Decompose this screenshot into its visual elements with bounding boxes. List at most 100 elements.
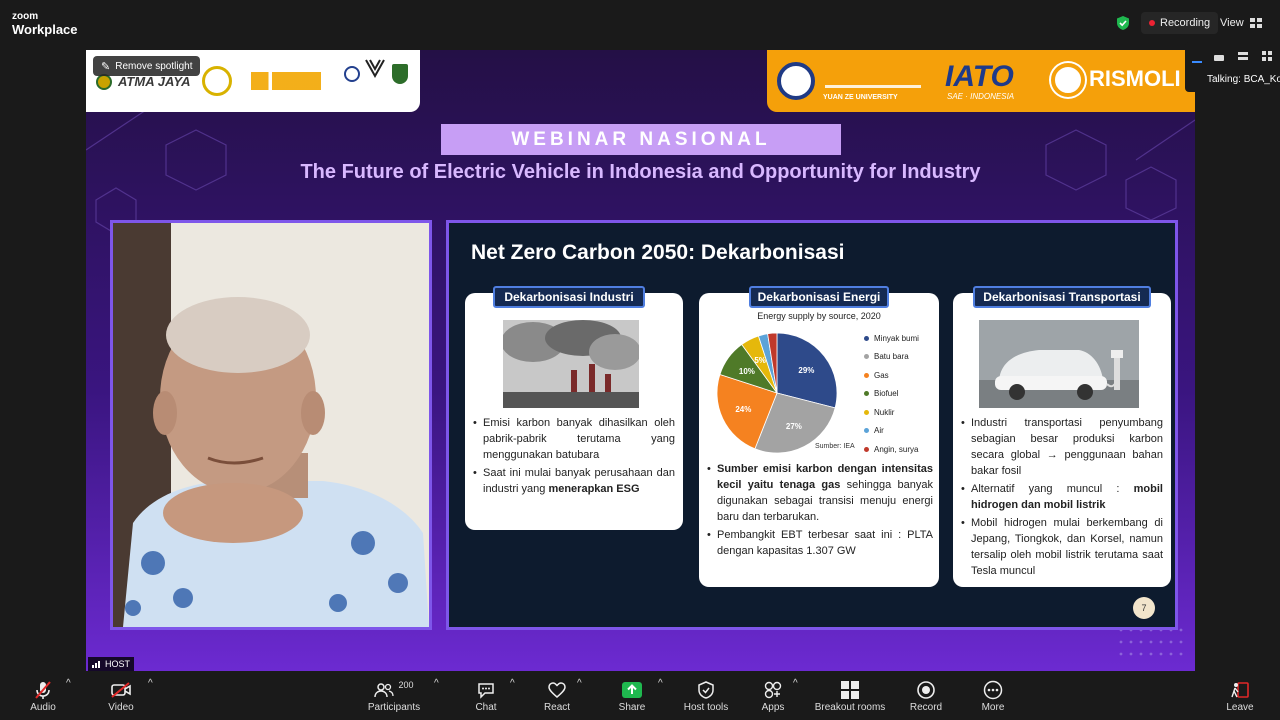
energi-bullet-2: Pembangkit EBT terbesar saat ini : PLTA …	[707, 527, 933, 559]
card-transportasi: Dekarbonisasi Transportasi Industri tran…	[953, 286, 1171, 587]
more-dots-icon	[983, 680, 1003, 700]
apps-icon	[764, 681, 782, 699]
pie-chart-legend: Minyak bumi Batu bara Gas Biofuel Nuklir…	[864, 329, 919, 459]
vy-monogram-logo	[365, 59, 385, 79]
iato-logo: IATO	[945, 60, 1014, 93]
card-industri-heading: Dekarbonisasi Industri	[493, 286, 645, 308]
legend-swatch-gas	[864, 372, 869, 378]
partner-university-logo	[251, 72, 321, 90]
react-options-chevron-icon[interactable]: ^	[577, 678, 582, 689]
apps-options-chevron-icon[interactable]: ^	[793, 678, 798, 689]
audio-options-chevron-icon[interactable]: ^	[66, 678, 71, 689]
legend-swatch-minyak	[864, 335, 869, 341]
chat-button[interactable]: Chat	[466, 678, 506, 713]
webinar-tag: WEBINAR NASIONAL	[511, 129, 771, 150]
host-tools-button[interactable]: Host tools	[680, 678, 732, 713]
react-button[interactable]: React	[537, 678, 577, 713]
view-button[interactable]: View	[1212, 12, 1270, 34]
participants-options-chevron-icon[interactable]: ^	[434, 678, 439, 689]
industri-bullet-1: Emisi karbon banyak dihasilkan oleh pabr…	[473, 415, 675, 463]
crest-logo	[392, 64, 408, 84]
participants-button[interactable]: 200 Participants	[364, 678, 424, 713]
stopped-video-icon	[111, 682, 131, 698]
card-energi: Dekarbonisasi Energi Energy supply by so…	[699, 286, 939, 587]
record-button[interactable]: Record	[906, 678, 946, 713]
card-transportasi-bullets: Industri transportasi penyumbang sebagia…	[961, 415, 1163, 581]
host-shield-icon	[698, 681, 714, 699]
pie-chart-caption: Energy supply by source, 2020	[757, 311, 881, 321]
talking-name: BCA_Ko	[1243, 74, 1280, 85]
card-energi-heading: Dekarbonisasi Energi	[749, 286, 889, 308]
more-button[interactable]: More	[974, 678, 1012, 713]
participants-icon	[374, 683, 395, 698]
share-options-chevron-icon[interactable]: ^	[658, 678, 663, 689]
atma-jaya-logo-icon	[96, 74, 112, 90]
recording-indicator[interactable]: Recording	[1141, 12, 1219, 34]
record-icon	[917, 681, 935, 699]
sae-indonesia-logo: SAE · INDONESIA	[947, 92, 1015, 101]
legend-swatch-batubara	[864, 354, 869, 360]
chat-options-chevron-icon[interactable]: ^	[510, 678, 515, 689]
talking-label: Talking: BCA_Ko	[1207, 74, 1280, 85]
rismoli-logo: RISMOLI	[1089, 66, 1181, 91]
legend-swatch-biofuel	[864, 391, 869, 397]
transportasi-bullet-3: Mobil hidrogen mulai berkembang di Jepan…	[961, 515, 1163, 579]
yuan-ze-seal-logo	[344, 66, 360, 82]
speaker-layout-icon[interactable]	[1213, 52, 1225, 64]
yuan-ze-chinese-mark	[825, 64, 921, 88]
pin-icon: ✎	[101, 60, 111, 73]
gallery-strip-icon[interactable]	[1237, 50, 1249, 62]
heart-icon	[548, 682, 566, 698]
slide-page-number: 7	[1133, 597, 1155, 619]
factory-smoke-image	[503, 320, 639, 408]
chat-bubble-icon	[478, 683, 494, 699]
university-seal-logo	[202, 66, 232, 96]
chart-source: Sumber: IEA	[815, 443, 855, 450]
minimize-icon[interactable]	[1191, 52, 1203, 64]
muted-microphone-icon	[35, 681, 51, 699]
transportasi-bullet-2: Alternatif yang muncul : mobil hidrogen …	[961, 481, 1163, 513]
audio-button[interactable]: Audio	[22, 678, 64, 713]
industri-bullet-2: Saat ini mulai banyak perusahaan dan ind…	[473, 465, 675, 497]
legend-item: Air	[864, 422, 919, 441]
legend-item: Gas	[864, 366, 919, 385]
partner-logos-right: YUAN ZE UNIVERSITY IATO SAE · INDONESIA …	[767, 50, 1195, 112]
security-shield-icon[interactable]	[1115, 15, 1131, 31]
webinar-title: The Future of Electric Vehicle in Indone…	[300, 161, 981, 183]
rismoli-logo-icon	[1051, 63, 1085, 97]
meeting-toolbar: Audio ^ Video ^ 200 Participants ^ Chat …	[0, 675, 1280, 720]
card-energi-bullets: Sumber emisi karbon dengan intensitas ke…	[707, 461, 933, 561]
leave-icon	[1231, 682, 1249, 698]
slide-title: Net Zero Carbon 2050: Dekarbonisasi	[471, 241, 845, 264]
video-button[interactable]: Video	[100, 678, 142, 713]
share-button[interactable]: Share	[612, 678, 652, 713]
energy-pie-chart: 29% 27% 24% 10% 5%	[716, 332, 838, 454]
speaker-video	[110, 220, 432, 630]
recording-dot-icon	[1149, 20, 1155, 26]
legend-item: Batu bara	[864, 348, 919, 367]
apps-button[interactable]: Apps	[755, 678, 791, 713]
electric-car-image	[979, 320, 1139, 408]
breakout-rooms-button[interactable]: Breakout rooms	[812, 678, 888, 713]
legend-swatch-nuklir	[864, 409, 869, 415]
shared-video-stage: ATMA JAYA ✎ Remove spotlight YUAN ZE UNI…	[86, 50, 1195, 671]
legend-item: Angin, surya	[864, 440, 919, 459]
grid-layout-icon[interactable]	[1261, 50, 1273, 62]
pie-slice-label: 27%	[786, 422, 802, 431]
card-transportasi-heading: Dekarbonisasi Transportasi	[973, 286, 1151, 308]
presentation-slide: Net Zero Carbon 2050: Dekarbonisasi Deka…	[446, 220, 1178, 630]
energi-bullet-1: Sumber emisi karbon dengan intensitas ke…	[707, 461, 933, 525]
legend-item: Biofuel	[864, 385, 919, 404]
speaker-video-frame	[113, 223, 429, 627]
host-tag: HOST	[88, 657, 135, 671]
atma-jaya-logo: ATMA JAYA	[118, 74, 191, 89]
transportasi-bullet-1: Industri transportasi penyumbang sebagia…	[961, 415, 1163, 479]
pie-slice-label: 5%	[754, 356, 766, 365]
legend-item: Minyak bumi	[864, 329, 919, 348]
remove-spotlight-button[interactable]: ✎ Remove spotlight	[93, 56, 201, 76]
participant-count: 200	[398, 680, 414, 690]
pie-slice-label: 24%	[735, 405, 751, 414]
legend-item: Nuklir	[864, 403, 919, 422]
leave-button[interactable]: Leave	[1220, 678, 1260, 713]
video-options-chevron-icon[interactable]: ^	[148, 678, 153, 689]
